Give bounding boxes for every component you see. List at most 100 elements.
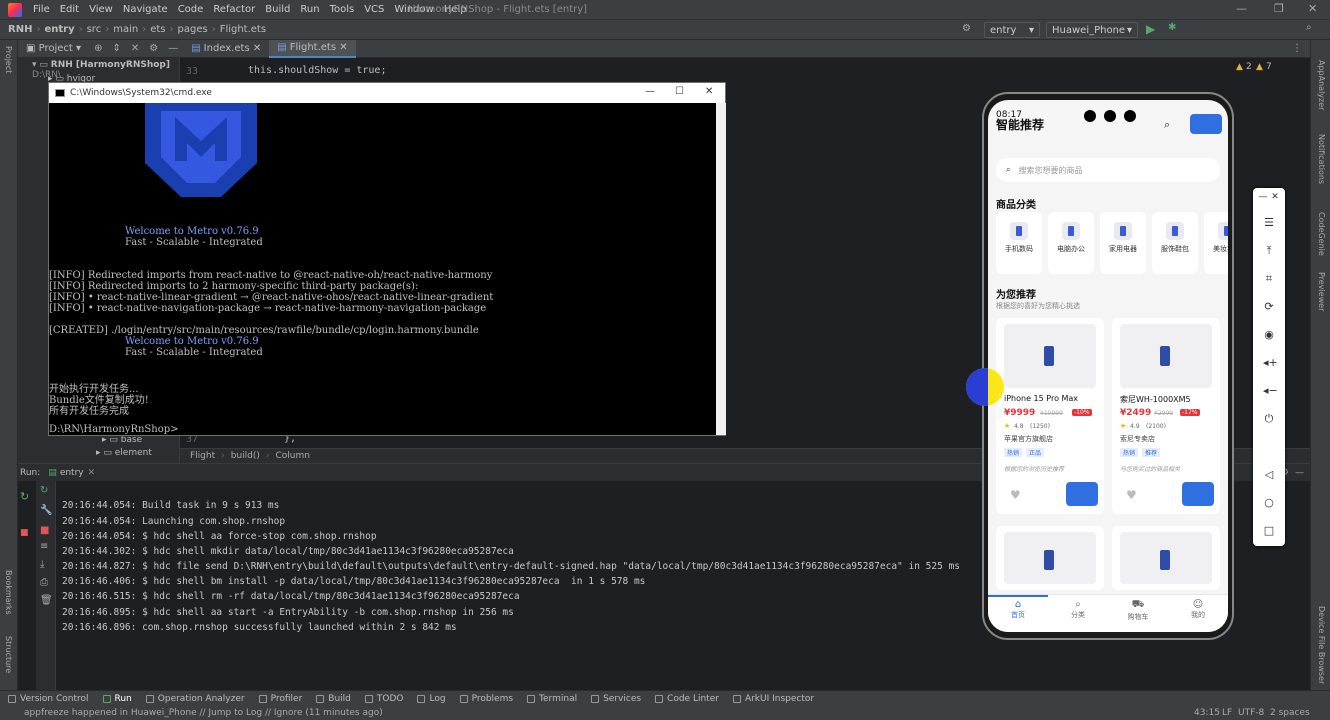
menu-vcs[interactable]: VCS (359, 4, 389, 15)
file-encoding[interactable]: UTF-8 (1238, 708, 1264, 718)
tab-menu-icon[interactable]: ⋮ (1292, 43, 1302, 54)
add-to-cart-button[interactable] (1066, 482, 1098, 506)
emu-rotate-icon[interactable]: ⟳ (1263, 300, 1275, 313)
tool-operation-analyzer[interactable]: Operation Analyzer (145, 694, 245, 704)
print-icon[interactable]: ⎙ (40, 577, 48, 588)
notifications-label[interactable]: Notifications (1317, 134, 1326, 184)
restore-icon[interactable]: ❐ (1274, 2, 1284, 15)
tool-code-linter[interactable]: Code Linter (655, 694, 719, 704)
scroll-end-icon[interactable]: ⤓ (40, 559, 44, 570)
category-beauty[interactable]: 美妆护肤 (1204, 212, 1228, 274)
menu-build[interactable]: Build (260, 4, 295, 15)
nav-category[interactable]: ⌕ 分类 (1048, 599, 1108, 620)
cmd-title-bar[interactable]: C:\Windows\System32\cmd.exe — ☐ ✕ (49, 83, 725, 103)
crumb-src[interactable]: src (87, 24, 102, 35)
search-icon[interactable]: ⌕ (1164, 118, 1170, 132)
indent-setting[interactable]: 2 spaces (1270, 708, 1310, 718)
edcrumb-flight[interactable]: Flight (190, 451, 215, 461)
cmd-prompt[interactable]: D:\RN\HarmonyRnShop> (49, 424, 179, 435)
phone-screen[interactable]: 08:17 智能推荐 ⌕ ⌕ 搜索您想要的商品 商品分类 手机数码 电脑办公 家用… (988, 100, 1228, 632)
run-config-dropdown[interactable]: entry ▾ (984, 22, 1040, 38)
stop-icon[interactable]: ■ (40, 525, 49, 536)
search-input[interactable]: ⌕ 搜索您想要的商品 (996, 158, 1220, 182)
edcrumb-column[interactable]: Column (276, 451, 310, 461)
run-tab-close-icon[interactable]: ✕ (88, 468, 96, 478)
emu-home-icon[interactable]: ○ (1263, 496, 1275, 509)
cmd-minimize-icon[interactable]: — (645, 86, 655, 97)
stop-side-icon[interactable]: ■ (20, 528, 29, 538)
tool-profiler[interactable]: Profiler (258, 694, 302, 704)
heart-icon[interactable]: ♥ (1126, 488, 1137, 502)
emu-volume-up-icon[interactable]: ◂+ (1263, 356, 1278, 369)
close-tool-icon[interactable]: ✕ (131, 43, 139, 54)
run-icon[interactable]: ▶ (1146, 22, 1155, 36)
cmd-window[interactable]: C:\Windows\System32\cmd.exe — ☐ ✕ Welcom… (48, 82, 726, 436)
tab-flight[interactable]: ▤ Flight.ets ✕ (269, 39, 356, 58)
tool-terminal[interactable]: Terminal (527, 694, 577, 704)
crumb-pages[interactable]: pages (178, 24, 208, 35)
search-everywhere-icon[interactable]: ⌕ (1306, 22, 1312, 33)
tool-version-control[interactable]: Version Control (8, 694, 89, 704)
structure-tool-label[interactable]: Structure (4, 636, 13, 673)
menu-view[interactable]: View (84, 4, 118, 15)
gear-icon[interactable]: ⚙ (149, 43, 158, 54)
menu-refactor[interactable]: Refactor (208, 4, 260, 15)
product-card[interactable]: iPhone 15 Pro Max ¥9999 ¥10999 -10% ★ 4.… (996, 318, 1104, 514)
nav-profile[interactable]: ☺ 我的 (1168, 599, 1228, 620)
device-file-browser-label[interactable]: Device File Browser (1317, 606, 1326, 684)
add-to-cart-button[interactable] (1182, 482, 1214, 506)
collapse-icon[interactable]: ⇕ (112, 43, 120, 54)
wrench-icon[interactable]: 🔧 (40, 505, 52, 516)
tool-services[interactable]: Services (591, 694, 641, 704)
category-phone[interactable]: 手机数码 (996, 212, 1042, 274)
menu-run[interactable]: Run (295, 4, 324, 15)
cmd-close-icon[interactable]: ✕ (705, 86, 713, 97)
trash-icon[interactable]: 🗑 (40, 595, 53, 606)
debug-icon[interactable]: ✱ (1168, 22, 1176, 33)
crumb-entry[interactable]: entry (44, 24, 74, 35)
run-tab-entry[interactable]: entry (60, 468, 84, 478)
category-computer[interactable]: 电脑办公 (1048, 212, 1094, 274)
menu-tools[interactable]: Tools (325, 4, 360, 15)
rerun-side-icon[interactable]: ↻ (20, 490, 29, 503)
product-card[interactable] (1112, 526, 1220, 590)
crumb-main[interactable]: main (113, 24, 138, 35)
emu-back-icon[interactable]: ◁ (1263, 468, 1275, 481)
soft-wrap-icon[interactable]: ≡ (40, 541, 48, 552)
crumb-file[interactable]: Flight.ets (220, 24, 266, 35)
caret-position[interactable]: 43:15 (1194, 708, 1220, 718)
category-clothing[interactable]: 服饰鞋包 (1152, 212, 1198, 274)
tool-build[interactable]: Build (316, 694, 351, 704)
minimize-icon[interactable]: — (1236, 2, 1247, 15)
emu-menu-icon[interactable]: ☰ (1263, 216, 1275, 229)
close-icon[interactable]: ✕ (1308, 2, 1317, 15)
crumb-ets[interactable]: ets (150, 24, 165, 35)
tab-close-icon[interactable]: ✕ (253, 43, 261, 54)
emu-power-icon[interactable]: ⏻ (1263, 412, 1275, 426)
nav-home[interactable]: ⌂ 首页 (988, 599, 1048, 620)
emu-volume-down-icon[interactable]: ◂− (1263, 384, 1278, 397)
emu-close-icon[interactable]: ✕ (1269, 192, 1281, 202)
previewer-label[interactable]: Previewer (1317, 272, 1326, 311)
settings-gear-icon[interactable]: ⚙ (962, 23, 971, 34)
product-card[interactable]: 索尼WH-1000XM5 ¥2499 ¥2999 -17% ★ 4.9 (210… (1112, 318, 1220, 514)
run-hide-icon[interactable]: — (1295, 468, 1304, 478)
tool-todo[interactable]: TODO (364, 694, 403, 704)
tab-index[interactable]: ▤ Index.ets ✕ (183, 40, 269, 58)
hide-icon[interactable]: — (168, 43, 178, 54)
tree-item-base[interactable]: ▸ ▭ base (102, 435, 142, 445)
project-tool-label[interactable]: Project (4, 46, 13, 73)
cmd-scrollbar[interactable] (716, 103, 726, 435)
codegenie-label[interactable]: CodeGenie (1317, 212, 1326, 256)
nav-cart[interactable]: ⛟ 购物车 (1108, 599, 1168, 622)
crumb-project[interactable]: RNH (8, 24, 32, 35)
emu-recents-icon[interactable]: □ (1263, 524, 1275, 537)
app-analyzer-label[interactable]: AppAnalyzer (1317, 60, 1326, 110)
tab-close-icon[interactable]: ✕ (339, 42, 347, 53)
heart-icon[interactable]: ♥ (1010, 488, 1021, 502)
device-dropdown[interactable]: Huawei_Phone ▾ (1046, 22, 1138, 38)
rerun-icon[interactable]: ↻ (40, 485, 48, 496)
weak-warning-icon[interactable]: ▲ (1256, 62, 1263, 72)
emu-pin-top-icon[interactable]: ⤒ (1263, 244, 1275, 258)
product-card[interactable] (996, 526, 1104, 590)
